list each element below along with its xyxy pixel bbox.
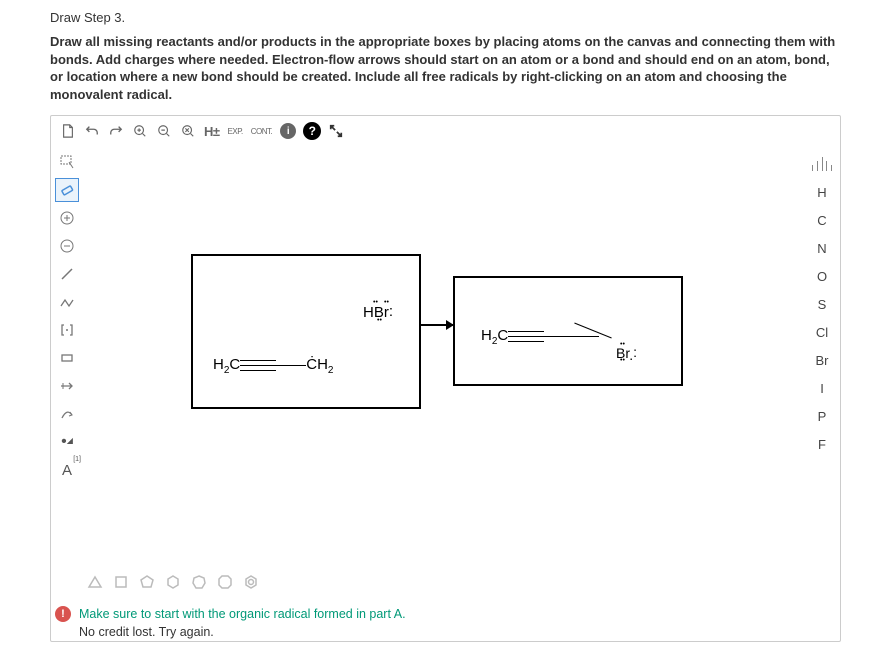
pentagon-ring-icon[interactable] <box>137 572 157 592</box>
left-toolbar: •◢ A[1] <box>51 146 83 566</box>
element-f[interactable]: F <box>809 434 835 454</box>
element-s[interactable]: S <box>809 294 835 314</box>
chain-bond-icon[interactable] <box>55 290 79 314</box>
zoom-out-icon[interactable] <box>153 120 175 142</box>
element-br[interactable]: Br <box>809 350 835 370</box>
bracket-icon[interactable] <box>55 318 79 342</box>
redo-icon[interactable] <box>105 120 127 142</box>
curved-arrow-icon[interactable] <box>55 402 79 426</box>
element-c[interactable]: C <box>809 210 835 230</box>
element-i[interactable]: I <box>809 378 835 398</box>
structure-editor: H± EXP. CONT. i ? •◢ A[1] <box>50 115 841 642</box>
feedback-line1: Make sure to start with the organic radi… <box>79 606 406 624</box>
help-button[interactable]: ? <box>301 120 323 142</box>
top-toolbar: H± EXP. CONT. i ? <box>51 116 840 146</box>
charge-plus-icon[interactable] <box>55 206 79 230</box>
contract-button[interactable]: CONT. <box>248 120 276 142</box>
undo-icon[interactable] <box>81 120 103 142</box>
element-o[interactable]: O <box>809 266 835 286</box>
eraser-tool-icon[interactable] <box>55 178 79 202</box>
element-h[interactable]: H <box>809 182 835 202</box>
rect-tool-icon[interactable] <box>55 346 79 370</box>
feedback-message: ! Make sure to start with the organic ra… <box>51 606 840 641</box>
expand-button[interactable]: EXP. <box>225 120 246 142</box>
ring-toolbar <box>51 566 840 598</box>
radical-icon[interactable]: •◢ <box>55 430 79 454</box>
periodic-table-icon[interactable] <box>809 154 835 174</box>
single-bond-icon[interactable] <box>55 262 79 286</box>
zoom-in-icon[interactable] <box>129 120 151 142</box>
element-toolbar: H C N O S Cl Br I P F <box>804 146 840 566</box>
element-n[interactable]: N <box>809 238 835 258</box>
reactant-molecule[interactable]: H2CĊH2 <box>213 356 333 376</box>
info-button[interactable]: i <box>277 120 299 142</box>
reactant-box[interactable] <box>191 254 421 409</box>
octagon-ring-icon[interactable] <box>215 572 235 592</box>
product-molecule[interactable]: H2C Br.••••: <box>481 327 599 347</box>
drawing-canvas[interactable]: H2CĊH2 H••B••r••: H2C Br.••••: <box>83 146 804 566</box>
error-icon: ! <box>55 606 71 622</box>
new-icon[interactable] <box>57 120 79 142</box>
atom-label-tool[interactable]: A[1] <box>55 458 79 482</box>
triangle-ring-icon[interactable] <box>85 572 105 592</box>
square-ring-icon[interactable] <box>111 572 131 592</box>
zoom-fit-icon[interactable] <box>177 120 199 142</box>
feedback-line2: No credit lost. Try again. <box>79 624 406 642</box>
instructions-text: Draw all missing reactants and/or produc… <box>50 33 841 103</box>
heptagon-ring-icon[interactable] <box>189 572 209 592</box>
reaction-arrow-icon[interactable] <box>55 374 79 398</box>
fullscreen-icon[interactable] <box>325 120 347 142</box>
reagent-label[interactable]: H••B••r••: <box>363 304 393 321</box>
marquee-tool-icon[interactable] <box>55 150 79 174</box>
element-p[interactable]: P <box>809 406 835 426</box>
element-cl[interactable]: Cl <box>809 322 835 342</box>
reaction-arrow <box>421 324 453 326</box>
step-title: Draw Step 3. <box>50 10 841 25</box>
charge-minus-icon[interactable] <box>55 234 79 258</box>
hexagon-ring-icon[interactable] <box>163 572 183 592</box>
benzene-ring-icon[interactable] <box>241 572 261 592</box>
hydrogen-toggle-button[interactable]: H± <box>201 120 223 142</box>
